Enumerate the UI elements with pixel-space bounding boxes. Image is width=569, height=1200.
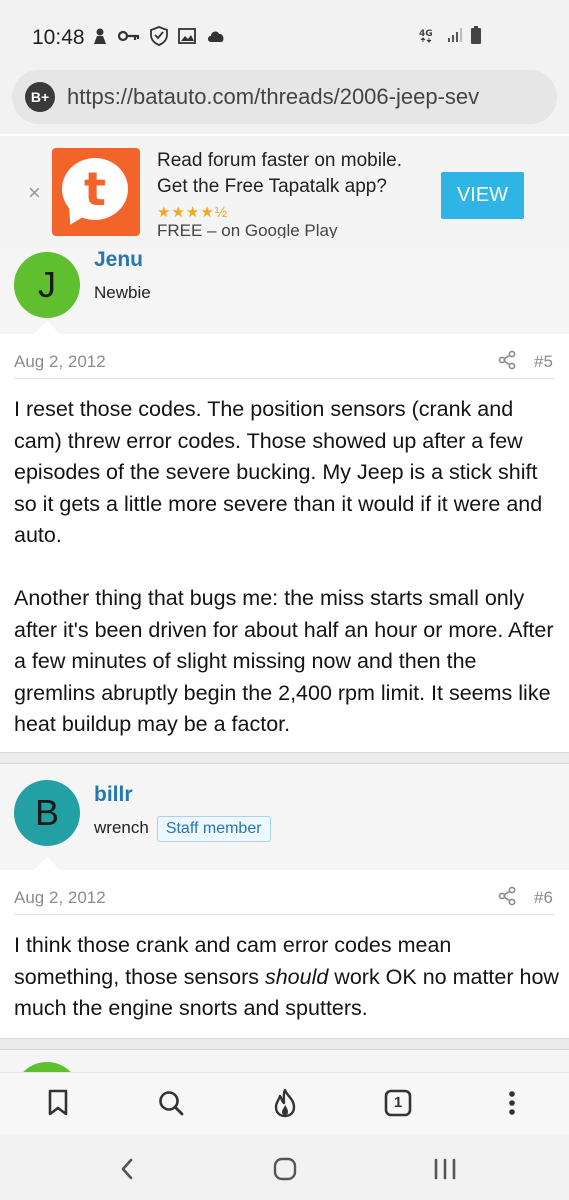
site-badge-icon[interactable]: B+: [25, 82, 55, 112]
system-navigation-bar: [0, 1134, 569, 1200]
post-6: Aug 2, 2012 #6 I think those crank and c…: [0, 870, 569, 1038]
more-options-icon[interactable]: [496, 1087, 528, 1119]
network-4g-icon: 4G: [419, 29, 433, 43]
post-number-link[interactable]: #6: [534, 888, 553, 908]
tabs-icon[interactable]: 1: [382, 1087, 414, 1119]
status-time: 10:48: [32, 26, 85, 49]
browser-toolbar: B+ https://batauto.com/threads/2006-jeep…: [0, 70, 569, 134]
post-separator: [0, 752, 569, 764]
post-author-header: [0, 1050, 569, 1072]
avatar[interactable]: B: [14, 780, 80, 846]
rating-stars: ★★★★½: [157, 204, 229, 221]
post-5: Aug 2, 2012 #5 I reset those codes. The …: [0, 334, 569, 752]
avatar[interactable]: [14, 1062, 80, 1072]
tapatalk-logo-icon: t: [52, 148, 140, 236]
user-title-row: wrench Staff member: [94, 816, 271, 842]
staff-member-badge: Staff member: [156, 816, 271, 842]
signal-icon: [448, 28, 462, 42]
banner-headline: Read forum faster on mobile.: [157, 150, 403, 171]
banner-subheadline: Get the Free Tapatalk app?: [157, 176, 387, 197]
post-message: I think those crank and cam error codes …: [14, 930, 559, 1025]
username-link[interactable]: Jenu: [94, 248, 143, 272]
post-author-header: B billr wrench Staff member: [0, 764, 569, 870]
post-message: I reset those codes. The position sensor…: [14, 394, 559, 772]
battery-icon: [471, 26, 481, 44]
status-system-icons: 4G: [419, 26, 481, 44]
tapatalk-logo-letter: t: [62, 158, 128, 220]
key-icon: [118, 30, 140, 42]
post-separator: [0, 1038, 569, 1050]
post-paragraph: I reset those codes. The position sensor…: [14, 397, 543, 547]
post-date[interactable]: Aug 2, 2012: [14, 888, 106, 908]
post-author-header: J Jenu Newbie: [0, 248, 569, 334]
url-bar[interactable]: B+ https://batauto.com/threads/2006-jeep…: [12, 70, 557, 124]
view-button[interactable]: VIEW: [441, 172, 524, 219]
status-bar: 10:48 4G: [0, 0, 569, 70]
shield-icon: [150, 26, 168, 46]
notification-icon: [94, 28, 106, 44]
cloud-icon: [208, 31, 224, 42]
divider: [14, 914, 555, 915]
svg-text:4G: 4G: [419, 29, 433, 39]
share-icon[interactable]: [497, 886, 517, 911]
share-icon[interactable]: [497, 350, 517, 375]
tabs-count: 1: [393, 1094, 403, 1111]
home-icon[interactable]: [270, 1154, 300, 1184]
close-banner-button[interactable]: ×: [28, 180, 41, 206]
search-icon[interactable]: [155, 1087, 187, 1119]
back-icon[interactable]: [112, 1154, 142, 1184]
browser-bottom-toolbar: 1: [0, 1072, 569, 1134]
status-notification-icons: [92, 26, 226, 46]
user-title: wrench: [94, 818, 149, 837]
tapatalk-banner: × t Read forum faster on mobile. Get the…: [0, 136, 569, 248]
user-title: Newbie: [94, 283, 151, 302]
divider: [14, 378, 555, 379]
post-text-emphasis: should: [264, 964, 329, 989]
avatar[interactable]: J: [14, 252, 80, 318]
recent-apps-icon[interactable]: [430, 1154, 460, 1184]
image-icon: [178, 28, 196, 44]
post-date[interactable]: Aug 2, 2012: [14, 352, 106, 372]
post-paragraph: Another thing that bugs me: the miss sta…: [14, 586, 554, 736]
fire-icon[interactable]: [269, 1087, 301, 1119]
post-number-link[interactable]: #5: [534, 352, 553, 372]
username-link[interactable]: billr: [94, 783, 133, 807]
url-text[interactable]: https://batauto.com/threads/2006-jeep-se…: [67, 84, 547, 110]
bookmark-icon[interactable]: [42, 1087, 74, 1119]
